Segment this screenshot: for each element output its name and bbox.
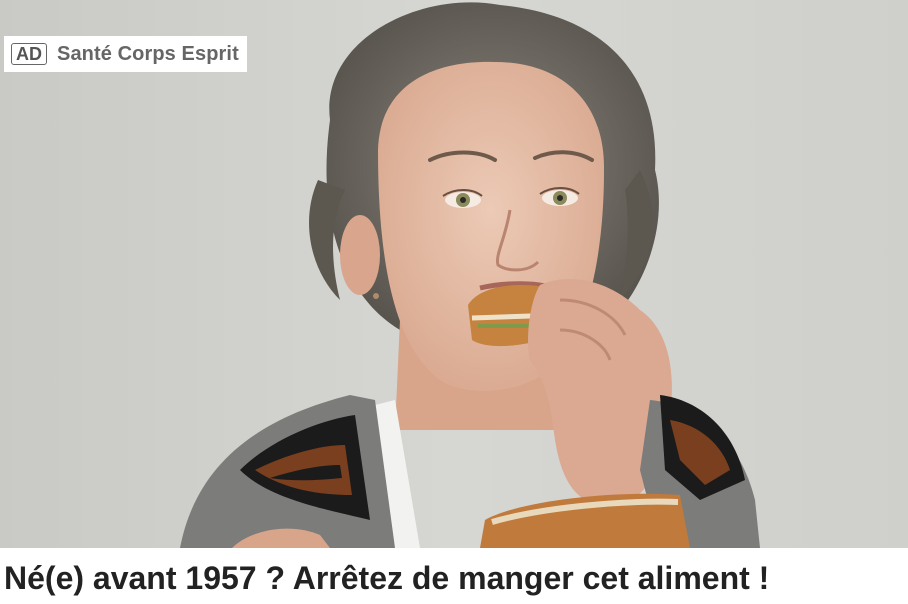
sponsor-name[interactable]: Santé Corps Esprit xyxy=(57,43,239,66)
sponsor-label[interactable]: AD Santé Corps Esprit xyxy=(4,36,247,72)
ad-badge: AD xyxy=(11,43,47,65)
woman-eating-sandwich-illustration xyxy=(0,0,908,548)
ad-image[interactable] xyxy=(0,0,908,548)
ad-card[interactable]: AD Santé Corps Esprit Né(e) avant 1957 ?… xyxy=(0,0,908,604)
ad-headline[interactable]: Né(e) avant 1957 ? Arrêtez de manger cet… xyxy=(4,556,904,600)
